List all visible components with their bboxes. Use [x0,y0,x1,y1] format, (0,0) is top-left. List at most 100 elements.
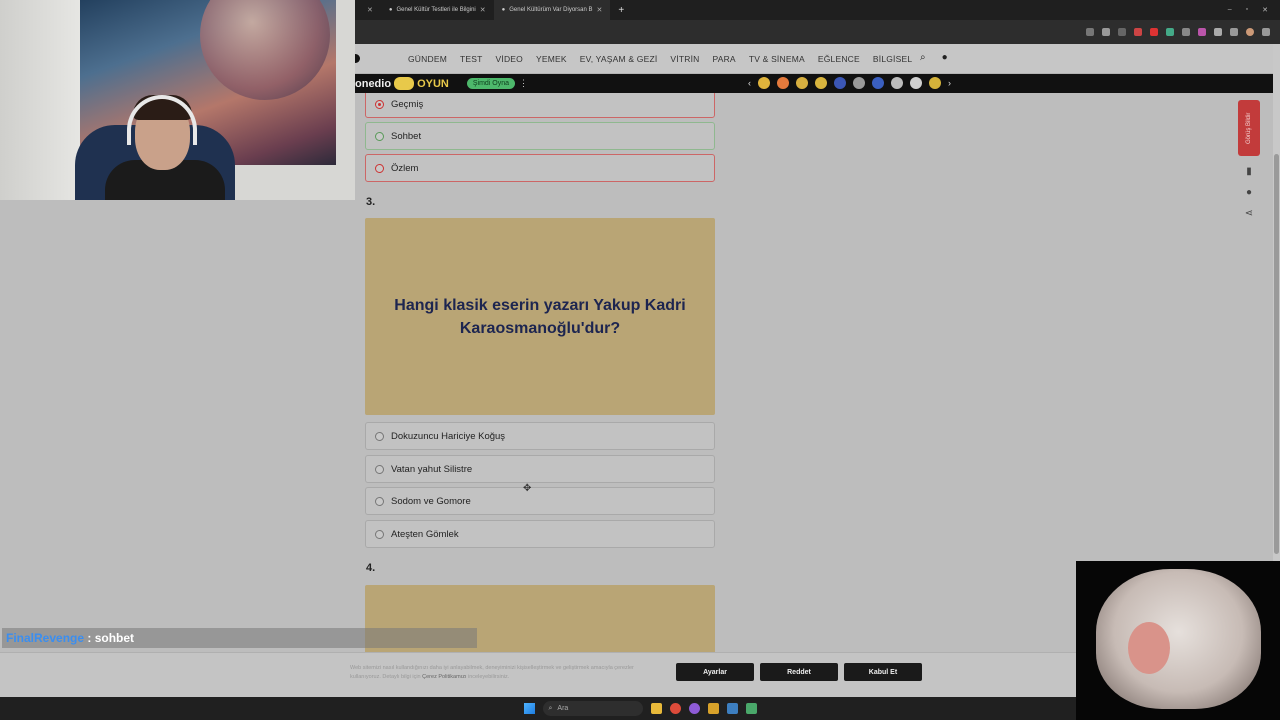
reaction-emoji-icon[interactable] [853,77,865,89]
new-tab-button[interactable]: + [610,5,632,16]
radio-icon [375,496,384,506]
scrollbar-thumb[interactable] [1274,154,1279,554]
webcam-hand [1076,561,1280,720]
answer-option[interactable]: Sodom ve Gomore [365,487,715,515]
browser-tab[interactable]: ✕ [355,0,381,20]
nav-test[interactable]: TEST [460,54,483,64]
answer-option[interactable]: Vatan yahut Silistre [365,455,715,483]
game-bar: onedio OYUN Şimdi Oyna ⋮ ‹ › [355,74,1273,93]
extension-icon[interactable] [1198,28,1206,36]
cookie-accept-button[interactable]: Kabul Et [844,663,922,681]
chevron-right-icon[interactable]: › [948,78,951,88]
profile-avatar[interactable] [1246,28,1254,36]
install-icon[interactable] [1086,28,1094,36]
game-label[interactable]: OYUN [417,78,449,90]
answer-option[interactable]: Dokuzuncu Hariciye Koğuş [365,422,715,450]
search-icon[interactable]: ⌕ [920,52,926,63]
extension-icon[interactable] [1134,28,1142,36]
close-tab-icon[interactable]: ✕ [597,6,603,14]
reaction-emoji-icon[interactable] [891,77,903,89]
answer-label: Sodom ve Gomore [391,495,471,507]
answer-option[interactable]: Sohbet [365,122,715,150]
question-number: 4. [366,562,376,574]
nav-para[interactable]: PARA [712,54,735,64]
cookie-body-end: inceleyebilirsiniz. [468,674,510,680]
bookmark-icon[interactable]: ▮ [1246,166,1252,177]
reaction-emoji-icon[interactable] [758,77,770,89]
reaction-emoji-icon[interactable] [834,77,846,89]
onedio-logo[interactable]: onedio [355,78,391,90]
window-controls: – ▫ ✕ [1228,6,1280,14]
chrome-icon[interactable] [669,703,681,714]
user-icon[interactable]: ● [942,52,948,63]
tab-title: Genel Kültürüm Var Diyorsan B [509,7,593,13]
answer-label: Sohbet [391,130,422,142]
browser-toolbar [355,20,1280,44]
cookie-settings-button[interactable]: Ayarlar [676,663,754,681]
radio-icon [375,464,384,474]
cookie-text: Web sitemizi nasıl kullandığınızı daha i… [350,664,665,682]
chat-username: FinalRevenge [6,631,85,645]
chevron-left-icon[interactable]: ‹ [748,78,751,88]
steam-icon[interactable] [726,703,738,714]
answer-option[interactable]: Ateşten Gömlek [365,520,715,548]
answer-option[interactable]: Geçmiş [365,93,715,118]
mouse-cursor-icon: ✥ [523,483,532,494]
site-logo[interactable] [355,54,360,63]
close-tab-icon[interactable]: ✕ [480,6,486,14]
question-card: Hangi klasik eserin yazarı Yakup Kadri K… [365,218,715,415]
play-now-button[interactable]: Şimdi Oyna [466,78,516,89]
reaction-emoji-icon[interactable] [777,77,789,89]
nav-bilgisel[interactable]: BİLGİSEL [873,54,912,64]
nav-icons: ⌕ ● [920,52,948,63]
reaction-emoji-icon[interactable] [910,77,922,89]
close-tab-icon[interactable]: ✕ [367,6,373,14]
cookie-policy-link[interactable]: Çerez Politikamızı [422,674,466,680]
reaction-emoji-icon[interactable] [929,77,941,89]
browser-tab-active[interactable]: ● Genel Kültürüm Var Diyorsan B ✕ [493,0,611,20]
nav-tv-sinema[interactable]: TV & SİNEMA [749,54,805,64]
reaction-strip: ‹ › [748,77,951,89]
restore-icon[interactable]: ▫ [1246,6,1248,14]
app-icon[interactable] [745,703,757,714]
browser-tab[interactable]: ● Genel Kültür Testleri ile Bilgini ✕ [381,0,494,20]
nav-ev-yasam-gezi[interactable]: EV, YAŞAM & GEZİ [580,54,658,64]
file-explorer-icon[interactable] [650,703,662,714]
nav-eglence[interactable]: EĞLENCE [818,54,860,64]
taskbar-search-placeholder: Ara [557,705,569,712]
minimize-icon[interactable]: – [1228,6,1232,14]
windows-start-icon[interactable] [523,703,535,714]
favicon-icon: ● [501,7,506,13]
nav-vitrin[interactable]: VİTRİN [670,54,699,64]
nav-yemek[interactable]: YEMEK [536,54,567,64]
tab-title: Genel Kültür Testleri ile Bilgini [396,7,476,13]
side-tools: Görüş Bildir ▮ ● ⋖ [1238,100,1260,219]
answer-label: Dokuzuncu Hariciye Koğuş [391,430,506,442]
reaction-emoji-icon[interactable] [815,77,827,89]
extension-icon[interactable] [1150,28,1158,36]
bookmark-star-icon[interactable] [1102,28,1110,36]
extension-icon[interactable] [1118,28,1126,36]
share-icon[interactable]: ⋖ [1245,208,1253,219]
app-icon[interactable] [688,703,700,714]
sidebar-icon[interactable] [1230,28,1238,36]
reaction-emoji-icon[interactable] [872,77,884,89]
answer-label: Geçmiş [391,98,424,110]
answer-label: Özlem [391,162,419,174]
gamepad-icon [394,77,415,90]
close-window-icon[interactable]: ✕ [1262,6,1268,14]
menu-dots-icon[interactable] [1262,28,1270,36]
comments-icon[interactable]: ● [1246,187,1252,198]
more-dots-icon[interactable]: ⋮ [519,78,528,89]
extension-icon[interactable] [1182,28,1190,36]
taskbar-search[interactable]: ⌕ Ara [542,701,643,716]
reaction-emoji-icon[interactable] [796,77,808,89]
feedback-button[interactable]: Görüş Bildir [1238,100,1260,156]
nav-gundem[interactable]: GÜNDEM [408,54,447,64]
nav-video[interactable]: VİDEO [496,54,523,64]
cookie-reject-button[interactable]: Reddet [760,663,838,681]
answer-option[interactable]: Özlem [365,154,715,182]
app-icon[interactable] [707,703,719,714]
extension-icon[interactable] [1166,28,1174,36]
extensions-puzzle-icon[interactable] [1214,28,1222,36]
